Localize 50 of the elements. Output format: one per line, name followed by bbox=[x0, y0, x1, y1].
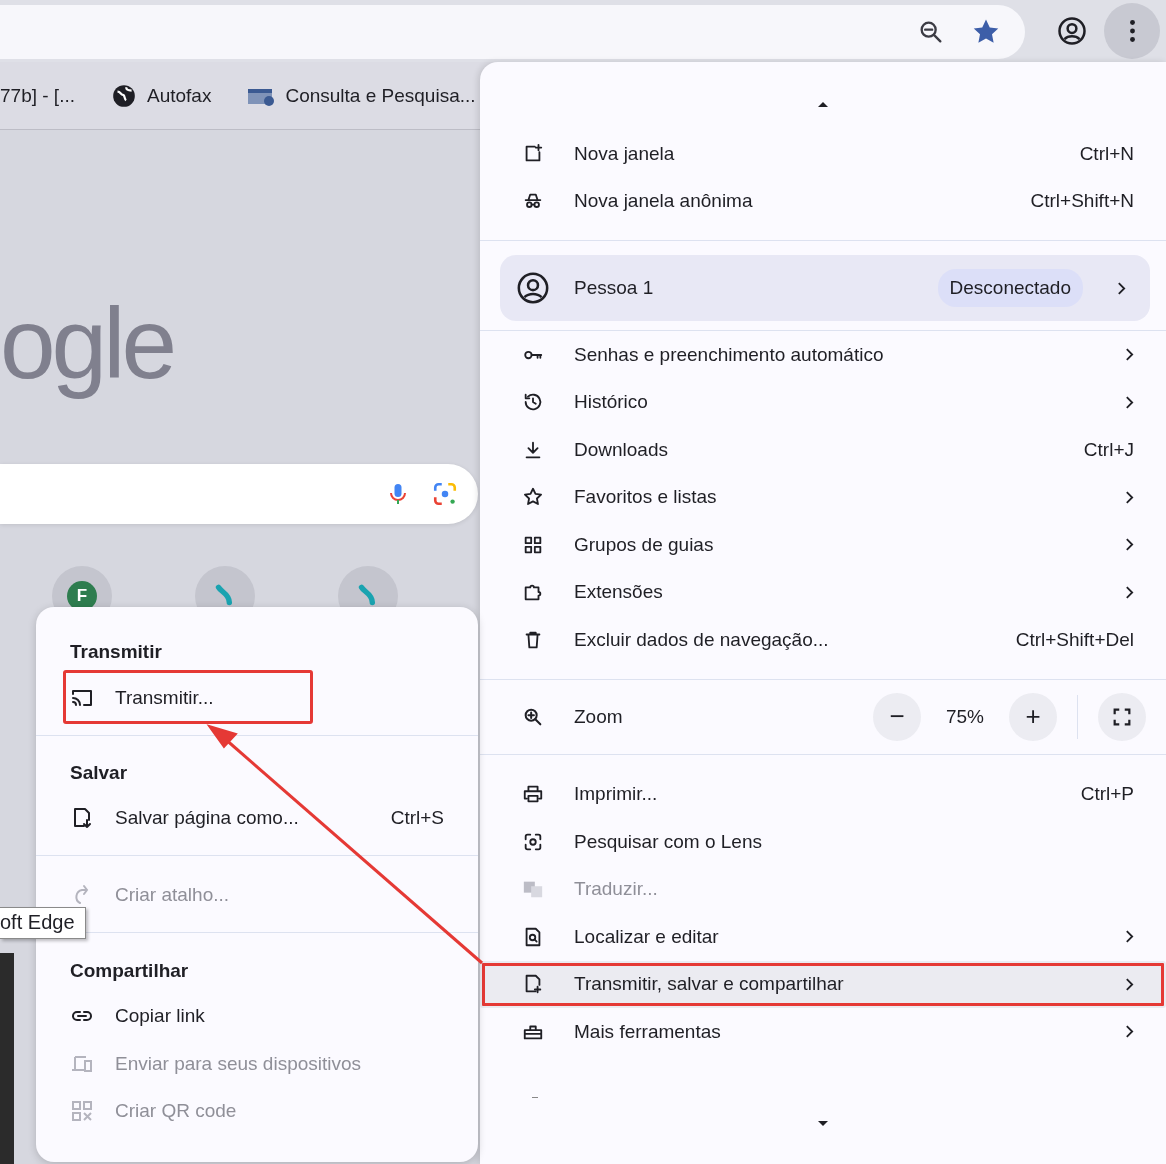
menu-item[interactable]: Transmitir, salvar e compartilhar bbox=[480, 960, 1166, 1008]
section-heading: Transmitir bbox=[69, 640, 163, 664]
zoom-out-button[interactable]: − bbox=[873, 692, 921, 741]
chevron-right-icon bbox=[1125, 929, 1134, 945]
logo-text: ogle bbox=[0, 286, 175, 401]
tooltip: oft Edge bbox=[0, 907, 86, 939]
chevron-right-icon bbox=[1125, 584, 1134, 600]
fullscreen-button[interactable] bbox=[1098, 692, 1146, 741]
menu-item[interactable]: Copiar link bbox=[36, 992, 478, 1040]
menu-item[interactable]: Imprimir... Ctrl+P bbox=[480, 770, 1166, 818]
bookmark-link[interactable]: Consulta e Pesquisa... bbox=[285, 84, 476, 107]
scroll-up-icon[interactable] bbox=[817, 100, 829, 108]
menu-item[interactable]: Mais ferramentas bbox=[480, 1008, 1166, 1056]
menu-button[interactable] bbox=[1104, 3, 1160, 59]
scroll-down-icon[interactable] bbox=[817, 1119, 829, 1128]
bookmark-link[interactable]: 77b] - [... bbox=[0, 84, 75, 107]
menu-item[interactable]: Nova janela anônima Ctrl+Shift+N bbox=[480, 177, 1166, 225]
qr-code-icon bbox=[70, 1099, 94, 1124]
zoom-level: 75% bbox=[945, 705, 985, 728]
profile-item[interactable]: Pessoa 1 Desconectado bbox=[500, 255, 1150, 321]
menu-item[interactable]: Favoritos e listas bbox=[480, 473, 1166, 521]
menu-item[interactable]: Localizar e editar bbox=[480, 913, 1166, 961]
chevron-right-icon bbox=[1125, 347, 1134, 363]
bookmark-link[interactable]: Autofax bbox=[147, 84, 212, 107]
chevron-right-icon bbox=[1125, 1024, 1134, 1040]
zoom-in-button[interactable]: + bbox=[1009, 692, 1057, 741]
menu-item[interactable]: Grupos de guias bbox=[480, 521, 1166, 569]
menu-item[interactable]: Excluir dados de navegação... Ctrl+Shift+Del bbox=[480, 616, 1166, 664]
menu-item[interactable]: Extensões bbox=[480, 568, 1166, 616]
account-icon bbox=[516, 271, 550, 305]
camera-search-icon[interactable] bbox=[432, 481, 458, 507]
menu-item[interactable]: Downloads Ctrl+J bbox=[480, 426, 1166, 474]
menu-item[interactable]: Transmitir... bbox=[36, 674, 478, 722]
menu-item[interactable]: Salvar página como... Ctrl+S bbox=[36, 794, 478, 842]
menu-item[interactable]: Senhas e preenchimento automático bbox=[480, 331, 1166, 379]
menu-icon bbox=[1129, 20, 1135, 42]
menu-item[interactable]: Histórico bbox=[480, 378, 1166, 426]
chevron-right-icon bbox=[1125, 976, 1134, 992]
menu-item[interactable]: Pesquisar com o Lens bbox=[480, 818, 1166, 866]
status-badge: Desconectado bbox=[937, 269, 1083, 307]
section-heading: Salvar bbox=[69, 760, 129, 785]
chevron-right-icon bbox=[1117, 280, 1126, 296]
chevron-right-icon bbox=[1125, 537, 1134, 553]
profile-icon[interactable] bbox=[1057, 16, 1087, 46]
menu-item[interactable]: Nova janela Ctrl+N bbox=[480, 130, 1166, 178]
section-heading: Compartilhar bbox=[69, 958, 190, 983]
zoom-label: Zoom bbox=[574, 705, 624, 728]
chevron-right-icon bbox=[1125, 394, 1134, 410]
globe-icon bbox=[111, 82, 137, 109]
chevron-right-icon bbox=[1125, 489, 1134, 505]
